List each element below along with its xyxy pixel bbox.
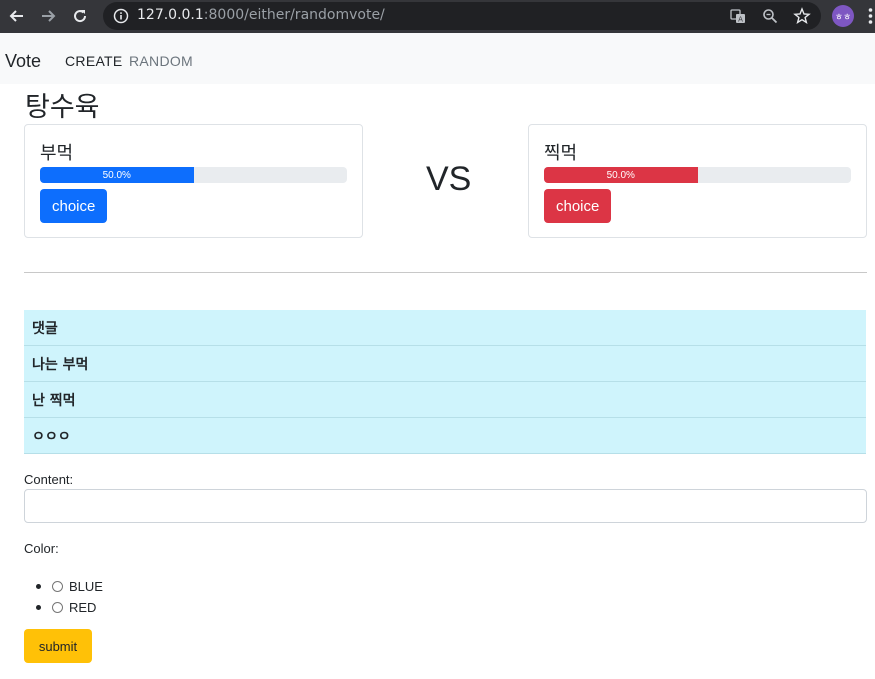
color-option-blue[interactable]: BLUE [36,576,103,597]
option-name-right: 찍먹 [544,143,578,164]
browser-toolbar: 127.0.0.1:8000/either/randomvote/ A ㅎㅎ [0,0,875,33]
content-label: Content: [24,472,74,487]
reload-icon[interactable] [71,7,89,25]
comment-list: 댓글 나는 부먹 난 찍먹 ㅇㅇㅇ [24,310,866,454]
vote-title: 탕수육 [25,92,100,123]
list-item: 난 찍먹 [24,382,866,418]
url-host: 127.0.0.1 [137,7,204,23]
choice-button-left[interactable]: choice [40,189,108,223]
app-navbar: Vote CREATE RANDOM [0,33,875,84]
color-label: Color: [24,541,59,556]
submit-button[interactable]: submit [24,629,92,663]
translate-icon[interactable]: A [729,7,747,25]
brand-link[interactable]: Vote [5,51,41,72]
forward-arrow-icon[interactable] [39,7,57,25]
comment-header: 댓글 [24,310,866,346]
list-item: ㅇㅇㅇ [24,418,866,454]
color-option-red[interactable]: RED [36,597,103,618]
profile-avatar[interactable]: ㅎㅎ [832,5,854,27]
list-item: 나는 부먹 [24,346,866,382]
option-card-right: 찍먹 50.0% choice [528,124,867,238]
progress-label-right: 50.0% [606,169,635,181]
option-card-left: 부먹 50.0% choice [24,124,363,238]
color-options: BLUE RED [36,576,103,618]
option-name-left: 부먹 [40,143,74,164]
divider [24,272,867,273]
radio-red[interactable] [52,602,63,613]
zoom-icon[interactable] [761,7,779,25]
progress-label-left: 50.0% [102,169,131,181]
info-icon[interactable] [113,8,129,24]
progress-bar-left: 50.0% [40,167,347,183]
radio-blue[interactable] [52,581,63,592]
progress-fill-right: 50.0% [544,167,698,183]
back-arrow-icon[interactable] [8,7,26,25]
url-text: 127.0.0.1:8000/either/randomvote/ [137,7,385,23]
svg-text:A: A [738,16,743,24]
nav-random-link[interactable]: RANDOM [129,53,193,69]
radio-label-red: RED [69,600,97,615]
content-input[interactable] [24,489,867,523]
progress-fill-left: 50.0% [40,167,194,183]
radio-label-blue: BLUE [69,579,103,594]
kebab-menu-icon[interactable] [866,6,875,26]
url-path: :8000/either/randomvote/ [203,7,385,23]
bullet-icon [36,584,41,589]
progress-bar-right: 50.0% [544,167,851,183]
bullet-icon [36,605,41,610]
vs-label: VS [426,160,472,198]
choice-button-right[interactable]: choice [544,189,612,223]
nav-create-link[interactable]: CREATE [65,53,123,69]
star-icon[interactable] [793,7,811,25]
address-bar[interactable]: 127.0.0.1:8000/either/randomvote/ A [103,2,821,30]
